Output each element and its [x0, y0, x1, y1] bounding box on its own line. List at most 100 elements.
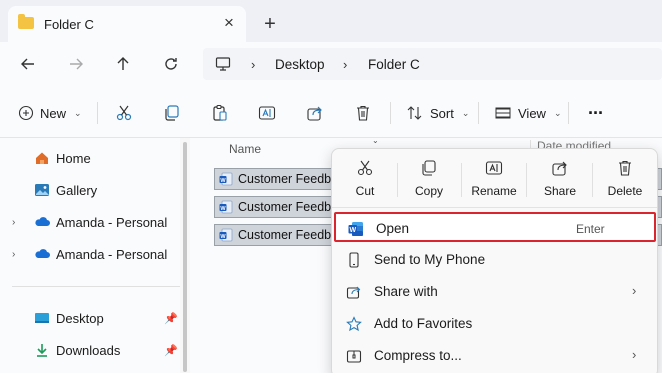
- rename-icon: [258, 106, 276, 120]
- cut-button[interactable]: [115, 100, 133, 126]
- divider: [461, 163, 462, 197]
- chevron-down-icon: ⌄: [461, 107, 470, 118]
- chevron-down-icon: ⌄: [372, 136, 379, 145]
- word-icon: W: [219, 228, 233, 242]
- paste-button[interactable]: [211, 100, 229, 126]
- chevron-right-icon: ›: [632, 283, 637, 298]
- cloud-icon: [35, 217, 50, 226]
- menu-rename-button[interactable]: Rename: [463, 157, 525, 203]
- delete-label: Delete: [607, 184, 643, 198]
- more-options-button[interactable]: ···: [588, 100, 604, 126]
- menu-item-add-to-favorites[interactable]: Add to Favorites: [334, 309, 656, 339]
- rename-button[interactable]: [258, 100, 276, 126]
- copy-button[interactable]: [163, 100, 181, 126]
- pin-icon[interactable]: 📌: [164, 312, 178, 325]
- sidebar-item-label: Desktop: [56, 310, 104, 326]
- context-menu: Cut Copy Rename Share Delete W Open Ente…: [331, 148, 658, 373]
- delete-button[interactable]: [354, 100, 372, 126]
- desktop-icon: [35, 313, 49, 323]
- share-with-icon: [346, 286, 361, 299]
- command-bar: New ⌄ Sort ⌄ View ⌄ ···: [0, 88, 662, 138]
- computer-icon: [215, 56, 231, 75]
- menu-item-label: Add to Favorites: [374, 316, 473, 331]
- folder-icon: [18, 14, 34, 29]
- sidebar-item-downloads[interactable]: Downloads 📌: [0, 336, 180, 364]
- menu-item-label: Share with: [374, 284, 438, 299]
- close-icon[interactable]: ×: [220, 14, 238, 32]
- sidebar-item-label: Downloads: [56, 342, 121, 358]
- back-button[interactable]: [16, 52, 40, 76]
- copy-icon: [422, 160, 436, 176]
- new-label: New: [40, 105, 67, 121]
- chevron-right-icon[interactable]: ›: [12, 217, 15, 228]
- word-icon: W: [219, 172, 233, 186]
- breadcrumb-folder-c[interactable]: Folder C: [368, 57, 420, 72]
- divider: [526, 163, 527, 197]
- share-button[interactable]: [306, 100, 324, 126]
- svg-text:W: W: [220, 206, 226, 212]
- menu-item-open[interactable]: W Open Enter: [334, 212, 656, 242]
- phone-icon: [349, 252, 359, 268]
- sidebar-item-onedrive-1[interactable]: › Amanda - Personal: [0, 208, 180, 236]
- menu-cut-button[interactable]: Cut: [334, 157, 396, 203]
- tab-folder-c[interactable]: Folder C ×: [8, 6, 246, 42]
- divider: [390, 102, 391, 124]
- sidebar-item-label: Gallery: [56, 182, 98, 198]
- menu-item-share-with[interactable]: Share with ›: [334, 277, 656, 307]
- paste-icon: [213, 104, 227, 121]
- menu-item-label: Send to My Phone: [374, 252, 486, 267]
- scrollbar-thumb[interactable]: [183, 142, 187, 372]
- share-label: Share: [543, 184, 577, 198]
- sidebar-item-label: Amanda - Personal: [56, 246, 168, 262]
- menu-copy-button[interactable]: Copy: [398, 157, 460, 203]
- sidebar-item-gallery[interactable]: Gallery: [0, 176, 180, 204]
- star-icon: [346, 316, 362, 332]
- cloud-icon: [35, 249, 50, 258]
- menu-item-compress-to[interactable]: Compress to... ›: [334, 341, 656, 371]
- sidebar-item-label: Home: [56, 150, 91, 166]
- svg-text:W: W: [220, 178, 226, 184]
- chevron-down-icon: ⌄: [74, 107, 82, 118]
- rename-icon: [485, 161, 503, 175]
- breadcrumb-desktop[interactable]: Desktop: [275, 57, 325, 72]
- divider: [568, 102, 569, 124]
- menu-item-label: Compress to...: [374, 348, 462, 363]
- navigation-pane: Home Gallery › Amanda - Personal › Amand…: [0, 138, 196, 373]
- new-button[interactable]: New ⌄: [18, 100, 82, 126]
- share-icon: [307, 106, 322, 121]
- plus-circle-icon: [18, 105, 34, 121]
- divider: [592, 163, 593, 197]
- sidebar-item-desktop[interactable]: Desktop 📌: [0, 304, 180, 332]
- word-icon: W: [348, 222, 363, 236]
- divider: [332, 207, 657, 208]
- view-button[interactable]: View ⌄: [494, 100, 562, 126]
- trash-icon: [619, 160, 631, 176]
- rename-label: Rename: [471, 184, 517, 198]
- menu-item-send-to-phone[interactable]: Send to My Phone: [334, 245, 656, 275]
- sort-label: Sort: [430, 105, 454, 121]
- sort-button[interactable]: Sort ⌄: [406, 100, 469, 126]
- pin-icon[interactable]: 📌: [164, 344, 178, 357]
- menu-share-button[interactable]: Share: [529, 157, 591, 203]
- view-label: View: [518, 105, 546, 121]
- new-tab-button[interactable]: +: [260, 14, 280, 34]
- sidebar-item-onedrive-2[interactable]: › Amanda - Personal: [0, 240, 180, 268]
- download-icon: [37, 344, 47, 357]
- chevron-right-icon: ›: [343, 57, 348, 72]
- copy-icon: [165, 105, 179, 121]
- copy-label: Copy: [414, 184, 443, 198]
- tab-title: Folder C: [44, 17, 94, 32]
- svg-text:W: W: [349, 227, 356, 234]
- forward-button[interactable]: [64, 52, 88, 76]
- refresh-button[interactable]: [159, 52, 183, 76]
- share-icon: [552, 161, 567, 176]
- address-bar[interactable]: › Desktop › Folder C: [203, 48, 662, 80]
- menu-delete-button[interactable]: Delete: [594, 157, 656, 203]
- svg-text:W: W: [220, 234, 226, 240]
- gallery-icon: [35, 184, 49, 196]
- cut-label: Cut: [355, 184, 375, 198]
- chevron-right-icon[interactable]: ›: [12, 249, 15, 260]
- up-button[interactable]: [111, 52, 135, 76]
- sidebar-item-home[interactable]: Home: [0, 144, 180, 172]
- column-header-name[interactable]: Name: [229, 142, 261, 156]
